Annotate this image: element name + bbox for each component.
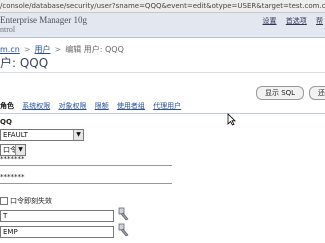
default-tablespace-value: T — [3, 212, 8, 220]
profile-select[interactable]: EFAULT ▼ — [0, 129, 84, 141]
breadcrumb-current: 编辑 用户: QQQ — [65, 45, 124, 54]
help-link[interactable]: 帮 — [316, 17, 323, 25]
tab-roles[interactable]: 角色 — [0, 101, 14, 111]
brand-subtitle: ntrol — [0, 25, 16, 34]
brand-title: Enterprise Manager 10g — [0, 15, 87, 25]
password-field[interactable]: ******* — [0, 154, 172, 166]
show-sql-button[interactable]: 显示 SQL — [256, 86, 305, 100]
temporary-tablespace-value: EMP — [3, 228, 18, 236]
preferences-link[interactable]: 首选项 — [286, 17, 307, 25]
expire-password-label: 口令即刻失效 — [10, 197, 52, 205]
setup-link[interactable]: 设置 — [263, 17, 277, 25]
flashlight-search-icon[interactable] — [118, 223, 130, 237]
password-mask: ******* — [0, 155, 25, 163]
global-links: 设置 首选项 帮 — [256, 16, 323, 26]
checkbox-box[interactable] — [0, 197, 8, 205]
expire-password-checkbox[interactable]: 口令即刻失效 — [0, 196, 52, 206]
revert-button[interactable]: 还原 — [309, 86, 325, 100]
browser-address-bar[interactable]: /console/database/security/user?sname=QQ… — [0, 0, 325, 13]
flashlight-search-icon[interactable] — [118, 207, 130, 221]
tab-proxy-users[interactable]: 代理用户 — [153, 101, 181, 111]
breadcrumb-database[interactable]: m.cn — [0, 45, 20, 54]
tab-system-privileges[interactable]: 系统权限 — [22, 101, 50, 111]
default-tablespace-field[interactable]: T — [0, 210, 114, 222]
profile-select-value: EFAULT — [3, 131, 28, 139]
breadcrumb-users[interactable]: 用户 — [35, 45, 51, 54]
user-name-value: QQ — [0, 118, 12, 126]
mouse-cursor-icon — [227, 113, 236, 126]
em-banner: Enterprise Manager 10g ntrol 设置 首选项 帮 — [0, 13, 325, 38]
tab-object-privileges[interactable]: 对象权限 — [58, 101, 86, 111]
confirm-password-field[interactable]: ******* — [0, 172, 172, 184]
temporary-tablespace-field[interactable]: EMP — [0, 226, 114, 238]
confirm-password-mask: ******* — [0, 173, 25, 181]
tab-quotas[interactable]: 限额 — [95, 101, 109, 111]
page-title: 户: QQQ — [0, 54, 325, 73]
address-text: /console/database/security/user?sname=QQ… — [0, 2, 325, 10]
tab-consumer-groups[interactable]: 使用者组 — [117, 101, 145, 111]
chevron-down-icon: ▼ — [73, 130, 83, 140]
subtabs: 角色 系统权限 对象权限 限额 使用者组 代理用户 — [0, 101, 325, 114]
